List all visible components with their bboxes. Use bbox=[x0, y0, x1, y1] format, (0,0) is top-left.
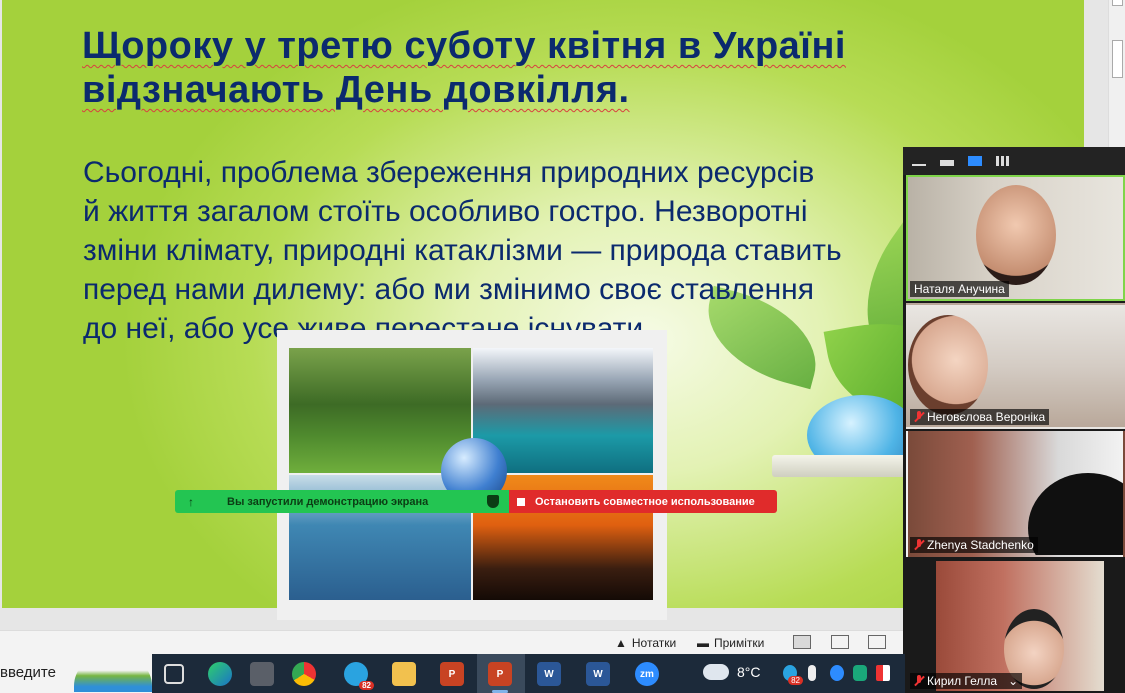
slide-title: Щороку у третю суботу квітня в Україні в… bbox=[82, 24, 1042, 112]
share-arrow-icon: ↑ bbox=[188, 494, 194, 509]
powerpoint-icon[interactable]: P bbox=[440, 662, 464, 686]
participant-name: Наталя Анучина bbox=[914, 282, 1005, 296]
notes-icon: ▲ bbox=[615, 636, 627, 650]
stop-share-label: Остановить совместное использование bbox=[535, 495, 755, 508]
muted-mic-icon bbox=[914, 675, 924, 687]
nature-collage-image bbox=[277, 330, 667, 620]
comment-icon: ▬ bbox=[697, 636, 709, 650]
stop-share-button[interactable]: Остановить совместное использование bbox=[509, 490, 777, 513]
search-highlight-art bbox=[74, 656, 152, 692]
video-tile[interactable]: Zhenya Stadchenko bbox=[906, 431, 1125, 557]
video-tile[interactable]: Наталя Анучина bbox=[906, 175, 1125, 301]
edge-icon[interactable] bbox=[208, 662, 232, 686]
minimize-icon[interactable] bbox=[912, 164, 926, 166]
title-line: Щороку у третю суботу квітня в Україні bbox=[82, 25, 846, 67]
zoom-label: zm bbox=[640, 668, 654, 680]
scroll-thumb[interactable] bbox=[1112, 40, 1123, 78]
share-status-label: Вы запустили демонстрацию экрана bbox=[227, 495, 429, 508]
strip-view-icon[interactable] bbox=[968, 156, 982, 166]
telegram-icon[interactable]: 82 bbox=[344, 662, 374, 690]
participant-video bbox=[1028, 473, 1123, 555]
weather-widget[interactable]: 8°C bbox=[703, 664, 761, 680]
participant-name-label: Кирил Гелла ⌄ bbox=[910, 673, 1023, 689]
single-view-icon[interactable] bbox=[940, 160, 954, 166]
search-placeholder: введите bbox=[0, 664, 56, 681]
scroll-up-button[interactable] bbox=[1112, 0, 1123, 6]
title-line: відзначають День довкілля. bbox=[82, 69, 630, 111]
notes-label: Нотатки bbox=[631, 636, 677, 650]
cloud-icon bbox=[703, 664, 729, 680]
muted-mic-icon bbox=[914, 539, 924, 551]
task-view-icon[interactable] bbox=[164, 664, 184, 684]
video-tile[interactable]: Кирил Гелла ⌄ bbox=[906, 559, 1125, 693]
slide-sorter-button[interactable] bbox=[831, 635, 849, 649]
participant-video bbox=[976, 185, 1056, 285]
security-tray-icon[interactable] bbox=[876, 665, 890, 681]
comments-button[interactable]: ▬ Примітки bbox=[697, 636, 764, 650]
reading-view-button[interactable] bbox=[868, 635, 886, 649]
share-status[interactable]: ↑ Вы запустили демонстрацию экрана bbox=[175, 490, 509, 513]
word-icon[interactable]: W bbox=[537, 662, 561, 686]
powerpoint-status-bar: ▲ Нотатки ▬ Примітки bbox=[0, 630, 905, 654]
participant-name-label: Zhenya Stadchenko bbox=[910, 537, 1038, 553]
zoom-video-panel: Наталя Анучина Неговєлова Вероніка Zheny… bbox=[903, 147, 1125, 693]
calculator-icon[interactable] bbox=[250, 662, 274, 686]
windows-taskbar: введите 82 P P W W zm 8°C 82 bbox=[0, 654, 905, 693]
video-tile[interactable]: Неговєлова Вероніка bbox=[906, 303, 1125, 429]
file-explorer-icon[interactable] bbox=[392, 662, 416, 686]
chevron-down-icon[interactable]: ⌄ bbox=[1008, 674, 1018, 688]
microphone-icon[interactable] bbox=[808, 665, 816, 681]
muted-mic-icon bbox=[914, 411, 924, 423]
normal-view-button[interactable] bbox=[793, 635, 811, 649]
powerpoint-active-icon[interactable]: P bbox=[488, 662, 512, 686]
participant-name: Zhenya Stadchenko bbox=[927, 538, 1034, 552]
chrome-icon[interactable] bbox=[292, 662, 316, 686]
screen-share-toolbar: ↑ Вы запустили демонстрацию экрана Остан… bbox=[175, 490, 777, 513]
participant-name-label: Неговєлова Вероніка bbox=[910, 409, 1050, 425]
grid-view-icon[interactable] bbox=[996, 156, 1010, 166]
forest-photo bbox=[289, 348, 471, 473]
shield-icon bbox=[487, 495, 499, 508]
zoom-panel-toolbar bbox=[903, 147, 1125, 175]
notification-badge: 82 bbox=[359, 681, 374, 690]
participant-name-label: Наталя Анучина bbox=[910, 281, 1009, 297]
stop-icon bbox=[517, 497, 525, 506]
telegram-tray-icon[interactable]: 82 bbox=[783, 665, 803, 685]
zoom-app-icon[interactable]: zm bbox=[635, 662, 659, 686]
sync-tray-icon[interactable] bbox=[853, 665, 867, 681]
comments-label: Примітки bbox=[714, 636, 765, 650]
temperature: 8°C bbox=[737, 664, 761, 680]
vertical-scrollbar[interactable] bbox=[1108, 0, 1125, 150]
tray-badge: 82 bbox=[788, 676, 803, 685]
participant-video bbox=[908, 315, 988, 415]
participant-name: Неговєлова Вероніка bbox=[927, 410, 1046, 424]
zoom-tray-icon[interactable] bbox=[830, 665, 844, 681]
notes-button[interactable]: ▲ Нотатки bbox=[615, 636, 676, 650]
word-icon[interactable]: W bbox=[586, 662, 610, 686]
participant-name: Кирил Гелла bbox=[927, 674, 998, 688]
